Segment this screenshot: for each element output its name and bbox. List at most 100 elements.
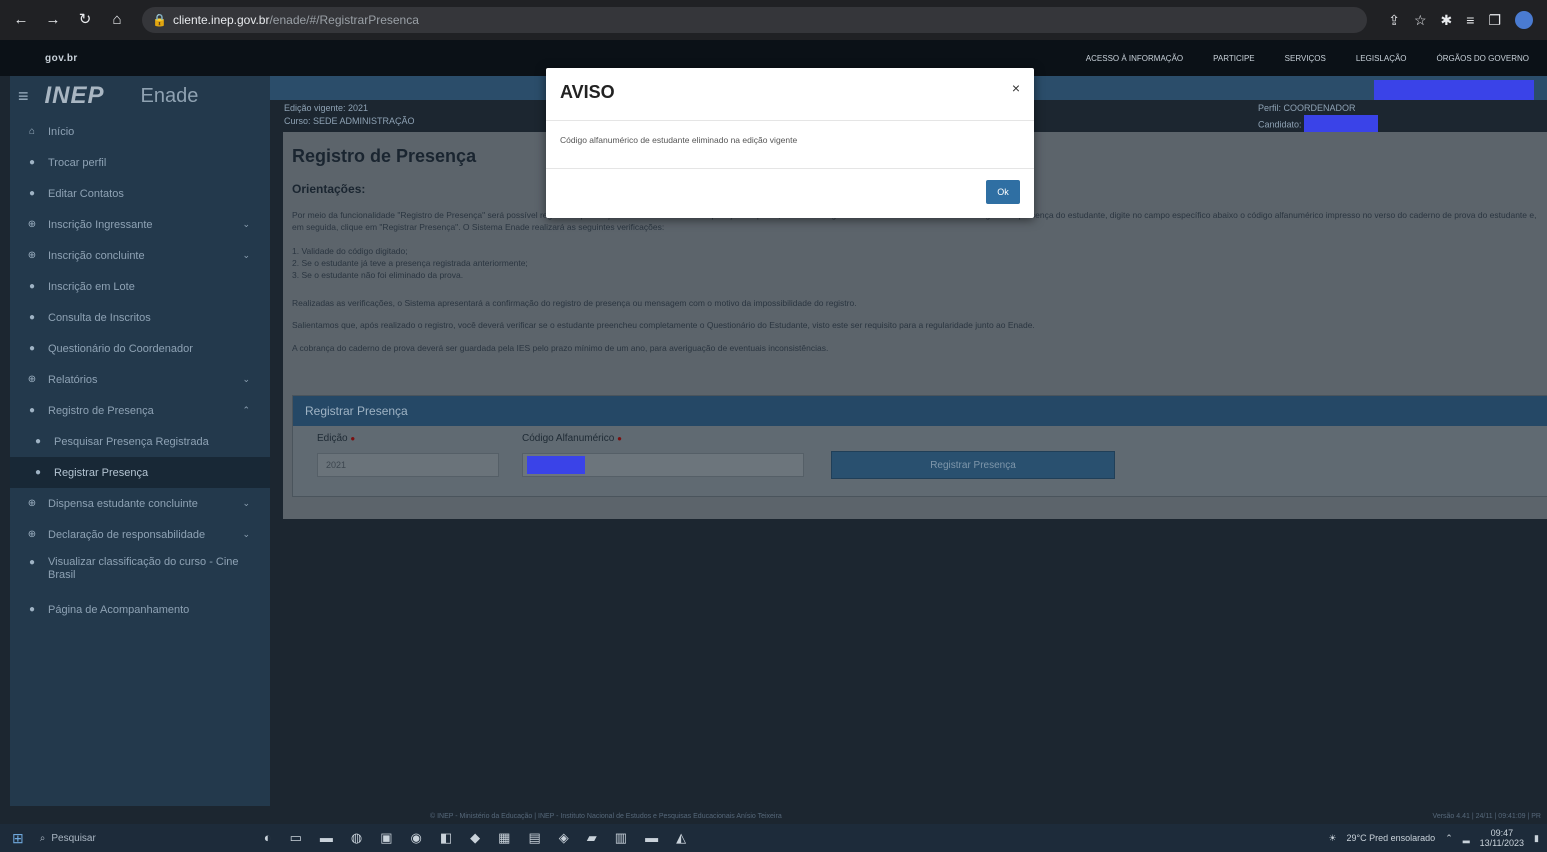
sidebar-item-acompanhamento[interactable]: ● Página de Acompanhamento: [10, 594, 270, 625]
back-icon[interactable]: ←: [10, 9, 32, 31]
register-box-header: Registrar Presença: [293, 396, 1547, 426]
register-presence-button[interactable]: Registrar Presença: [831, 451, 1115, 479]
sidebar-item-editar-contatos[interactable]: ● Editar Contatos: [10, 178, 270, 209]
circle-icon: ●: [28, 312, 36, 323]
widget-icon[interactable]: ◐: [264, 830, 272, 846]
chrome-icon[interactable]: ◉: [411, 830, 422, 846]
windows-start-icon[interactable]: ⊞: [12, 830, 24, 847]
gov-link-servicos[interactable]: SERVIÇOS: [1285, 54, 1326, 63]
browser-actions: ⇪ ☆ ✱ ≡ ❐: [1388, 11, 1547, 29]
outlook-icon[interactable]: ◧: [440, 830, 452, 846]
circle-icon: ●: [34, 436, 42, 447]
task-view-icon[interactable]: ▭: [290, 830, 302, 846]
edition-field: 2021: [317, 453, 499, 477]
star-icon[interactable]: ☆: [1414, 12, 1427, 29]
word-icon[interactable]: ▤: [528, 830, 540, 846]
gov-link-acesso[interactable]: ACESSO À INFORMAÇÃO: [1086, 54, 1183, 63]
store-icon[interactable]: ▣: [380, 830, 392, 846]
circle-icon: ●: [28, 188, 36, 199]
page-title: Registro de Presença: [292, 146, 477, 166]
inep-logo[interactable]: INEP: [45, 82, 105, 110]
circle-plus-icon: ⊕: [27, 250, 37, 261]
sidebar-item-inscricao-lote[interactable]: ● Inscrição em Lote: [10, 271, 270, 302]
url-path: /enade/#/RegistrarPresenca: [269, 13, 419, 27]
reading-list-icon[interactable]: ≡: [1466, 12, 1474, 28]
sidebar: ≡ INEP Enade ⌂ Início ● Trocar perfil ● Edi…: [10, 76, 270, 806]
sidebar-item-label: Registro de Presença: [48, 404, 154, 417]
gov-link-orgaos[interactable]: ÓRGÃOS DO GOVERNO: [1437, 54, 1529, 63]
app-icon[interactable]: ◈: [559, 830, 569, 846]
profile-avatar[interactable]: [1515, 11, 1533, 29]
govbr-logo[interactable]: gov.br: [45, 53, 78, 64]
notification-icon[interactable]: ▮: [1534, 833, 1539, 844]
sidebar-item-classificacao-curso[interactable]: ● Visualizar classificação do curso - Cin…: [10, 550, 270, 594]
verification-list: 1. Validade do código digitado; 2. Se o …: [292, 245, 1542, 281]
teams-icon[interactable]: ◆: [470, 830, 480, 846]
footer-copyright: © INEP - Ministério da Educação | INEP -…: [430, 812, 782, 820]
sidebar-item-registro-presenca[interactable]: ● Registro de Presença ⌃: [10, 395, 270, 426]
gov-links: ACESSO À INFORMAÇÃO PARTICIPE SERVIÇOS L…: [1086, 54, 1547, 63]
sidebar-item-relatorios[interactable]: ⊕ Relatórios ⌄: [10, 364, 270, 395]
sidebar-item-trocar-perfil[interactable]: ● Trocar perfil: [10, 147, 270, 178]
tab-icon[interactable]: ❐: [1488, 12, 1501, 29]
profile-line: Perfil: COORDENADOR: [1258, 103, 1356, 113]
orientacoes-title: Orientações:: [292, 182, 366, 196]
modal-divider: [546, 168, 1034, 169]
home-icon: ⌂: [28, 126, 36, 137]
taskbar-search[interactable]: ⌕ Pesquisar: [40, 833, 190, 844]
sidebar-item-label: Pesquisar Presença Registrada: [54, 435, 209, 448]
circle-plus-icon: ⊕: [27, 529, 37, 540]
lock-icon: 🔒: [152, 13, 167, 27]
network-icon[interactable]: ▂: [1463, 833, 1470, 844]
edition-label: Edição ●: [317, 433, 355, 444]
chevron-down-icon: ⌄: [242, 219, 250, 229]
chevron-down-icon: ⌄: [242, 374, 250, 384]
clock[interactable]: 09:47 13/11/2023: [1480, 828, 1524, 848]
sidebar-item-inicio[interactable]: ⌂ Início: [10, 116, 270, 147]
vscode-icon[interactable]: ◭: [676, 830, 686, 846]
code-label: Código Alfanumérico ●: [522, 433, 622, 444]
home-icon[interactable]: ⌂: [106, 9, 128, 31]
code-input[interactable]: [522, 453, 804, 477]
footer-version: Versão 4.41 | 24/11 | 09:41:09 | PR: [1432, 812, 1541, 820]
weather-text[interactable]: 29°C Pred ensolarado: [1347, 833, 1436, 843]
circle-plus-icon: ⊕: [27, 498, 37, 509]
address-bar[interactable]: 🔒 cliente.inep.gov.br /enade/#/Registrar…: [142, 7, 1367, 33]
extensions-icon[interactable]: ✱: [1441, 12, 1453, 29]
gov-link-participe[interactable]: PARTICIPE: [1213, 54, 1255, 63]
file-explorer-icon[interactable]: ▬: [320, 830, 333, 846]
circle-icon: ●: [28, 405, 36, 416]
code-label-text: Código Alfanumérico: [522, 433, 615, 444]
weather-icon: ☀: [1328, 832, 1337, 843]
close-icon[interactable]: ×: [1012, 80, 1020, 96]
excel-icon[interactable]: ▦: [498, 830, 510, 846]
sidebar-item-dispensa-concluinte[interactable]: ⊕ Dispensa estudante concluinte ⌄: [10, 488, 270, 519]
circle-icon: ●: [28, 604, 36, 615]
hamburger-icon[interactable]: ≡: [18, 86, 29, 107]
sidebar-item-questionario-coordenador[interactable]: ● Questionário do Coordenador: [10, 333, 270, 364]
sidebar-item-declaracao-responsabilidade[interactable]: ⊕ Declaração de responsabilidade ⌄: [10, 519, 270, 550]
reload-icon[interactable]: ↻: [74, 9, 96, 31]
sidebar-item-registrar-presenca[interactable]: ● Registrar Presença: [10, 457, 270, 488]
circle-plus-icon: ⊕: [27, 374, 37, 385]
chat-icon[interactable]: ▬: [645, 830, 658, 846]
edition-label-text: Edição: [317, 433, 348, 444]
share-icon[interactable]: ⇪: [1388, 12, 1400, 29]
forward-icon[interactable]: →: [42, 9, 64, 31]
folder-icon[interactable]: ▰: [587, 830, 597, 846]
paragraph-booklet: A cobrança do caderno de prova deverá se…: [292, 343, 829, 353]
modal-title: AVISO: [560, 82, 615, 102]
chevron-up-icon: ⌃: [242, 405, 250, 415]
sheets-icon[interactable]: ▥: [615, 830, 627, 846]
sidebar-item-inscricao-ingressante[interactable]: ⊕ Inscrição Ingressante ⌄: [10, 209, 270, 240]
sidebar-item-consulta-inscritos[interactable]: ● Consulta de Inscritos: [10, 302, 270, 333]
ok-button[interactable]: Ok: [986, 180, 1020, 204]
circle-icon: ●: [34, 467, 42, 478]
sidebar-item-label: Dispensa estudante concluinte: [48, 497, 198, 510]
circle-plus-icon: ⊕: [27, 219, 37, 230]
sidebar-item-pesquisar-presenca[interactable]: ● Pesquisar Presença Registrada: [10, 426, 270, 457]
gov-link-legislacao[interactable]: LEGISLAÇÃO: [1356, 54, 1407, 63]
tray-chevron-icon[interactable]: ⌃: [1445, 833, 1453, 844]
sidebar-item-inscricao-concluinte[interactable]: ⊕ Inscrição concluinte ⌄: [10, 240, 270, 271]
edge-icon[interactable]: ◍: [351, 830, 362, 846]
